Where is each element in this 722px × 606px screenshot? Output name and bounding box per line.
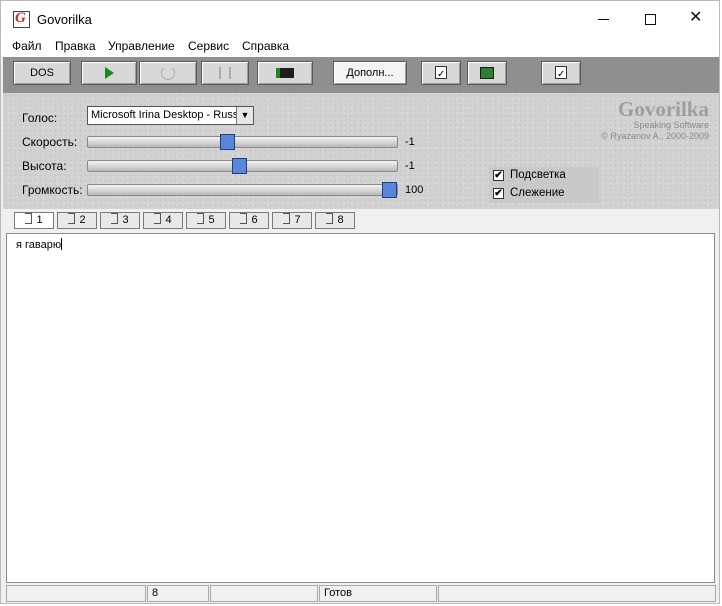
tab-1[interactable]: 1 — [14, 212, 54, 229]
voice-select[interactable]: Microsoft Irina Desktop - Russian ▼ — [87, 106, 254, 125]
app-icon-letter: G — [15, 10, 26, 26]
app-window: G Govorilka ✕ Файл Правка Управление Сер… — [0, 0, 720, 604]
page-icon — [240, 213, 248, 224]
tab-label: 5 — [208, 214, 215, 226]
tab-7[interactable]: 7 — [272, 212, 312, 229]
window-title: Govorilka — [37, 12, 92, 27]
pitch-slider[interactable] — [87, 158, 398, 174]
page-icon — [326, 213, 334, 224]
rate-slider[interactable] — [87, 134, 398, 150]
tab-3[interactable]: 3 — [100, 212, 140, 229]
menu-help[interactable]: Справка — [242, 39, 289, 53]
stop-button[interactable] — [139, 61, 197, 85]
logo-title: Govorilka — [617, 97, 709, 121]
tab-label: 8 — [337, 214, 344, 226]
tracking-checkbox[interactable]: ✔ — [493, 188, 504, 199]
text-caret — [61, 238, 63, 250]
record-button[interactable] — [257, 61, 313, 85]
logo-subtitle: Speaking Software — [633, 120, 709, 130]
pause-icon — [219, 67, 231, 79]
pitch-label: Высота: — [22, 159, 67, 173]
status-pane-2: 8 — [147, 585, 209, 602]
tab-8[interactable]: 8 — [315, 212, 355, 229]
close-icon: ✕ — [689, 9, 703, 26]
page-icon — [68, 213, 76, 224]
menu-bar: Файл Правка Управление Сервис Справка — [1, 37, 719, 57]
menu-edit[interactable]: Правка — [55, 39, 96, 53]
minimize-button[interactable] — [581, 1, 627, 37]
pitch-value: -1 — [405, 160, 415, 172]
book-icon — [480, 67, 494, 79]
tab-label: 4 — [165, 214, 172, 226]
page-icon — [25, 213, 33, 224]
menu-control[interactable]: Управление — [108, 39, 175, 53]
document-check-icon — [435, 64, 447, 86]
maximize-button[interactable] — [627, 1, 673, 37]
highlight-label: Подсветка — [510, 169, 566, 181]
stop-icon — [161, 66, 175, 80]
dictionary-button[interactable] — [467, 61, 507, 85]
pause-button[interactable] — [201, 61, 249, 85]
voice-controls-panel: Голос: Microsoft Irina Desktop - Russian… — [3, 93, 719, 209]
tab-label: 7 — [294, 214, 301, 226]
rate-value: -1 — [405, 136, 415, 148]
page-icon — [197, 213, 205, 224]
play-icon — [104, 67, 114, 79]
rate-slider-thumb[interactable] — [220, 134, 235, 150]
play-button[interactable] — [81, 61, 137, 85]
close-button[interactable]: ✕ — [673, 1, 719, 37]
rate-label: Скорость: — [22, 135, 78, 149]
toolbar: DOS Дополн... — [3, 57, 719, 93]
volume-slider[interactable] — [87, 182, 398, 198]
tab-label: 1 — [36, 214, 43, 226]
checklist-icon — [555, 64, 567, 86]
volume-value: 100 — [405, 184, 424, 196]
text-editor[interactable]: я гаварю — [6, 233, 715, 583]
status-pane-4: Готов — [319, 585, 437, 602]
status-pane-5 — [438, 585, 716, 602]
editor-content[interactable]: я гаварю — [16, 238, 63, 251]
volume-label: Громкость: — [22, 183, 83, 197]
highlight-checkbox-row[interactable]: ✔ Подсветка — [489, 167, 599, 185]
settings-button[interactable] — [541, 61, 581, 86]
dos-button[interactable]: DOS — [13, 61, 71, 85]
menu-file[interactable]: Файл — [12, 39, 42, 53]
editor-text: я гаварю — [16, 239, 62, 251]
tracking-label: Слежение — [510, 187, 565, 199]
pitch-slider-thumb[interactable] — [232, 158, 247, 174]
tab-label: 2 — [79, 214, 86, 226]
tracking-checkbox-row[interactable]: ✔ Слежение — [489, 185, 599, 203]
page-icon — [111, 213, 119, 224]
maximize-icon — [645, 14, 656, 25]
tab-label: 3 — [122, 214, 129, 226]
voice-select-value: Microsoft Irina Desktop - Russian — [91, 109, 253, 121]
minimize-icon — [598, 19, 609, 20]
title-bar[interactable]: G Govorilka ✕ — [1, 1, 719, 37]
status-bar: 8 Готов — [3, 585, 719, 603]
menu-service[interactable]: Сервис — [188, 39, 229, 53]
chevron-down-icon[interactable]: ▼ — [236, 107, 253, 124]
page-icon — [154, 213, 162, 224]
tab-5[interactable]: 5 — [186, 212, 226, 229]
record-to-file-icon — [276, 68, 294, 78]
logo-copyright: © Ryazanov A., 2000-2009 — [601, 131, 709, 141]
document-tabs: 1 2 3 4 5 6 7 8 — [3, 209, 719, 233]
volume-slider-thumb[interactable] — [382, 182, 397, 198]
more-button[interactable]: Дополн... — [333, 61, 407, 85]
status-pane-3 — [210, 585, 318, 602]
page-icon — [283, 213, 291, 224]
voice-label: Голос: — [22, 111, 58, 125]
highlight-checkbox[interactable]: ✔ — [493, 170, 504, 181]
document-button[interactable] — [421, 61, 461, 86]
app-logo-icon[interactable]: G — [13, 10, 30, 28]
tab-label: 6 — [251, 214, 258, 226]
tab-6[interactable]: 6 — [229, 212, 269, 229]
status-pane-1 — [6, 585, 146, 602]
tab-2[interactable]: 2 — [57, 212, 97, 229]
tab-4[interactable]: 4 — [143, 212, 183, 229]
